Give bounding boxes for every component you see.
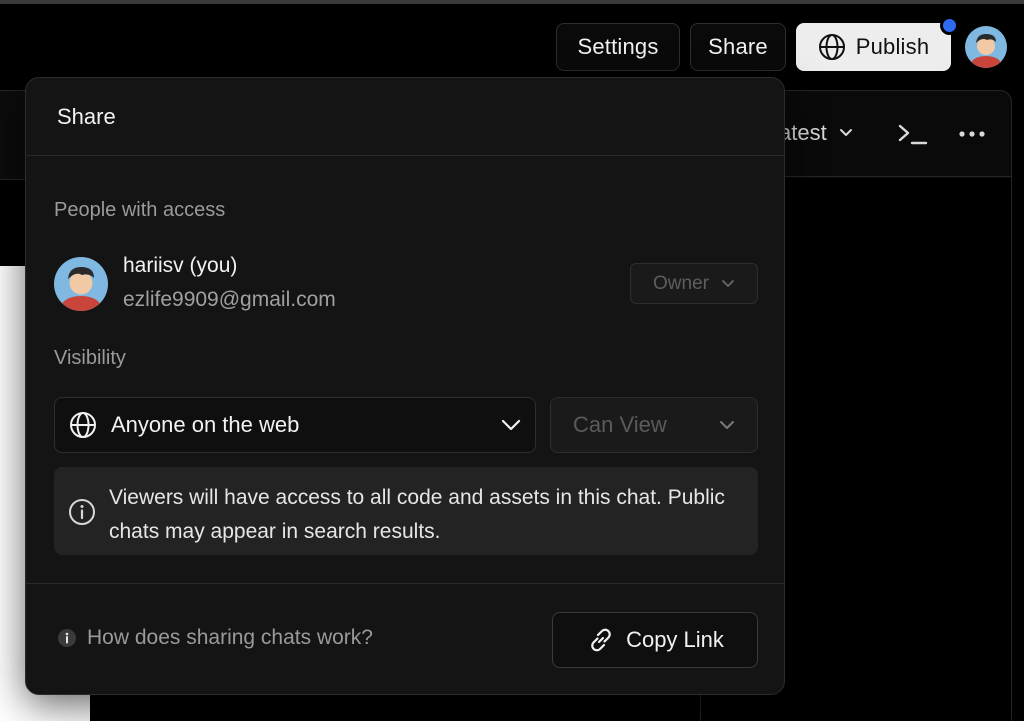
visibility-select[interactable]: Anyone on the web <box>54 397 536 453</box>
info-notice: Viewers will have access to all code and… <box>54 467 758 555</box>
window-top-border <box>0 0 1024 4</box>
info-icon <box>58 629 76 647</box>
settings-button[interactable]: Settings <box>556 23 680 71</box>
role-select: Owner <box>630 263 758 304</box>
divider <box>26 155 784 156</box>
app-window: atest Settings Share Publish Share Peopl… <box>0 0 1024 721</box>
settings-button-label: Settings <box>577 34 659 59</box>
help-link[interactable]: How does sharing chats work? <box>57 626 373 650</box>
role-label: Owner <box>653 272 709 294</box>
user-name: hariisv (you) <box>123 254 238 277</box>
chevron-down-icon <box>720 421 734 429</box>
globe-icon <box>70 412 96 438</box>
chevron-down-icon <box>721 279 734 287</box>
version-label: atest <box>779 120 827 145</box>
chevron-down-icon <box>839 129 852 136</box>
user-email: ezlife9909@gmail.com <box>123 288 336 311</box>
avatar <box>54 257 108 311</box>
info-text: Viewers will have access to all code and… <box>109 486 725 543</box>
visibility-label: Visibility <box>54 347 126 369</box>
help-link-label: How does sharing chats work? <box>87 626 373 649</box>
info-icon <box>69 499 95 525</box>
version-select[interactable]: atest <box>779 120 853 146</box>
share-button[interactable]: Share <box>690 23 786 71</box>
publish-button[interactable]: Publish <box>796 23 951 71</box>
share-button-label: Share <box>708 34 768 59</box>
people-with-access-label: People with access <box>54 199 226 221</box>
copy-link-button[interactable]: Copy Link <box>552 612 758 668</box>
link-icon <box>591 628 611 652</box>
notification-dot <box>940 16 959 35</box>
dialog-title: Share <box>57 104 116 129</box>
share-dialog: Share People with access hariisv (you) e… <box>25 77 785 695</box>
globe-icon <box>818 34 845 60</box>
more-options-icon[interactable] <box>957 121 987 147</box>
publish-button-label: Publish <box>855 34 930 59</box>
copy-link-label: Copy Link <box>626 627 724 652</box>
permission-value: Can View <box>573 412 667 437</box>
permission-select: Can View <box>550 397 758 453</box>
terminal-icon[interactable] <box>897 121 929 147</box>
chevron-down-icon <box>501 419 521 431</box>
visibility-value: Anyone on the web <box>111 412 300 437</box>
user-avatar-top[interactable] <box>965 26 1007 68</box>
divider <box>26 583 784 584</box>
